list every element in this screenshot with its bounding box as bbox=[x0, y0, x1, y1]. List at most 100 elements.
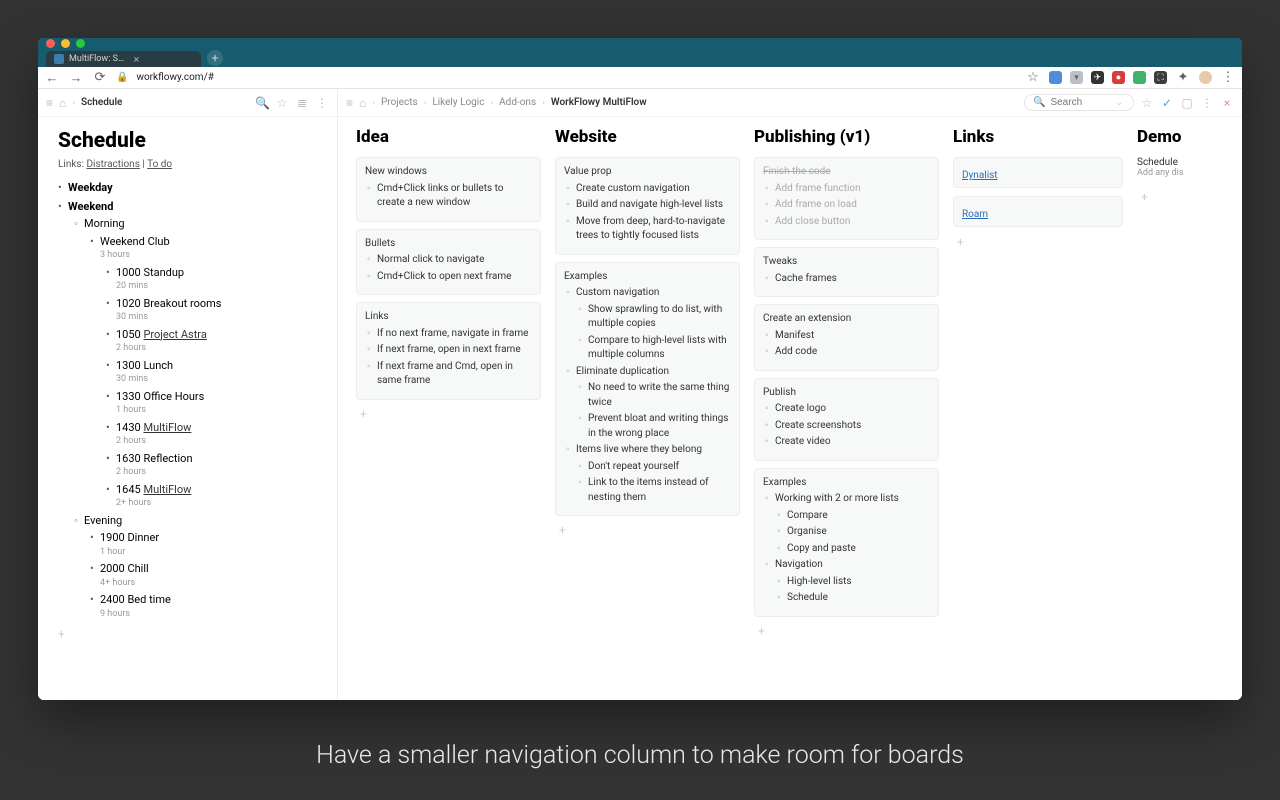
list-item[interactable]: Create logo bbox=[775, 402, 930, 417]
list-item[interactable]: Create video bbox=[775, 435, 930, 450]
close-icon[interactable]: × bbox=[1220, 96, 1234, 110]
tree-item[interactable]: 1050 Project Astra2 hours bbox=[116, 327, 323, 356]
list-item[interactable]: If no next frame, navigate in frame bbox=[377, 327, 532, 342]
tree-item[interactable]: 1630 Reflection2 hours bbox=[116, 451, 323, 480]
list-item[interactable]: Show sprawling to do list, with multiple… bbox=[588, 303, 731, 332]
link-project-astra[interactable]: Project Astra bbox=[143, 328, 206, 341]
list-item[interactable]: Working with 2 or more lists Compare Org… bbox=[775, 492, 930, 556]
link-distractions[interactable]: Distractions bbox=[86, 159, 139, 170]
list-item[interactable]: Cmd+Click links or bullets to create a n… bbox=[377, 182, 532, 211]
breadcrumb[interactable]: WorkFlowy MultiFlow bbox=[551, 97, 647, 108]
tree-item[interactable]: 2000 Chill4+ hours bbox=[100, 561, 323, 590]
card[interactable]: Finish the code Add frame function Add f… bbox=[754, 157, 939, 240]
list-item[interactable]: Move from deep, hard-to-navigate trees t… bbox=[576, 215, 731, 244]
list-item[interactable]: Prevent bloat and writing things in the … bbox=[588, 412, 731, 441]
link-card[interactable]: Roam bbox=[953, 196, 1123, 227]
tree-item[interactable]: 1645 MultiFlow2+ hours bbox=[116, 482, 323, 511]
extension-icon[interactable]: ● bbox=[1112, 71, 1125, 84]
list-item[interactable]: No need to write the same thing twice bbox=[588, 381, 731, 410]
panel-icon[interactable]: ▢ bbox=[1180, 96, 1194, 110]
tree-item[interactable]: 1020 Breakout rooms30 mins bbox=[116, 296, 323, 325]
tree-item[interactable]: 1900 Dinner1 hour bbox=[100, 530, 323, 559]
tree-item[interactable]: 1430 MultiFlow2 hours bbox=[116, 420, 323, 449]
maximize-window-button[interactable] bbox=[76, 39, 85, 48]
forward-button[interactable]: → bbox=[68, 70, 84, 86]
list-item[interactable]: Add frame on load bbox=[775, 198, 930, 213]
star-icon[interactable]: ☆ bbox=[1140, 96, 1154, 110]
add-item-button[interactable]: + bbox=[58, 627, 323, 641]
home-icon[interactable]: ⌂ bbox=[359, 96, 366, 110]
list-item[interactable]: Create custom navigation bbox=[576, 182, 731, 197]
link-todo[interactable]: To do bbox=[147, 159, 172, 170]
tree-item[interactable]: 1000 Standup20 mins bbox=[116, 265, 323, 294]
close-window-button[interactable] bbox=[46, 39, 55, 48]
demo-line[interactable]: Schedule bbox=[1137, 157, 1197, 168]
chevron-down-icon[interactable]: ⌄ bbox=[1115, 98, 1123, 108]
list-item[interactable]: Don't repeat yourself bbox=[588, 460, 731, 475]
reload-button[interactable]: ⟳ bbox=[92, 70, 108, 85]
home-icon[interactable]: ⌂ bbox=[59, 96, 66, 110]
more-icon[interactable]: ⋮ bbox=[1200, 96, 1214, 110]
card[interactable]: New windows Cmd+Click links or bullets t… bbox=[356, 157, 541, 222]
card[interactable]: Bullets Normal click to navigate Cmd+Cli… bbox=[356, 229, 541, 296]
add-card-button[interactable]: + bbox=[555, 523, 740, 537]
add-card-button[interactable]: + bbox=[1137, 190, 1197, 204]
search-icon[interactable]: 🔍 bbox=[255, 96, 269, 110]
card[interactable]: Publish Create logo Create screenshots C… bbox=[754, 378, 939, 461]
tree-item[interactable]: Weekday bbox=[68, 180, 323, 197]
breadcrumb[interactable]: Projects bbox=[381, 97, 418, 108]
list-item[interactable]: Cache frames bbox=[775, 272, 930, 287]
breadcrumb[interactable]: Schedule bbox=[81, 97, 122, 108]
list-item[interactable]: Compare bbox=[787, 509, 930, 524]
list-item[interactable]: Eliminate duplication No need to write t… bbox=[576, 365, 731, 442]
list-item[interactable]: High-level lists bbox=[787, 575, 930, 590]
tree-item[interactable]: Morning Weekend Club 3 hours 1000 Standu… bbox=[84, 216, 323, 511]
card[interactable]: Tweaks Cache frames bbox=[754, 247, 939, 297]
close-tab-icon[interactable]: × bbox=[134, 53, 194, 66]
link-multiflow[interactable]: MultiFlow bbox=[143, 483, 191, 496]
new-tab-button[interactable]: + bbox=[207, 50, 223, 66]
list-item[interactable]: Add close button bbox=[775, 215, 930, 230]
list-item[interactable]: Cmd+Click to open next frame bbox=[377, 270, 532, 285]
breadcrumb[interactable]: Add-ons bbox=[499, 97, 536, 108]
link-dynalist[interactable]: Dynalist bbox=[962, 170, 998, 181]
list-item[interactable]: Items live where they belong Don't repea… bbox=[576, 443, 731, 505]
browser-menu-icon[interactable]: ⋮ bbox=[1220, 70, 1236, 85]
list-item[interactable]: Custom navigation Show sprawling to do l… bbox=[576, 286, 731, 363]
card[interactable]: Links If no next frame, navigate in fram… bbox=[356, 302, 541, 400]
extension-icon[interactable]: ⛶ bbox=[1154, 71, 1167, 84]
tree-item[interactable]: Evening 1900 Dinner1 hour 2000 Chill4+ h… bbox=[84, 513, 323, 622]
list-item[interactable]: Add frame function bbox=[775, 182, 930, 197]
tree-item[interactable]: Weekend Morning Weekend Club 3 hours 100… bbox=[68, 199, 323, 622]
list-item[interactable]: If next frame, open in next frame bbox=[377, 343, 532, 358]
extensions-menu-icon[interactable]: ✦ bbox=[1175, 70, 1191, 85]
breadcrumb[interactable]: Likely Logic bbox=[432, 97, 484, 108]
minimize-window-button[interactable] bbox=[61, 39, 70, 48]
extension-icon[interactable] bbox=[1049, 71, 1062, 84]
star-icon[interactable]: ☆ bbox=[1025, 70, 1041, 85]
list-item[interactable]: Add code bbox=[775, 345, 930, 360]
star-icon[interactable]: ☆ bbox=[275, 96, 289, 110]
add-card-button[interactable]: + bbox=[953, 235, 1123, 249]
extension-icon[interactable] bbox=[1133, 71, 1146, 84]
list-item[interactable]: Build and navigate high-level lists bbox=[576, 198, 731, 213]
list-item[interactable]: Create screenshots bbox=[775, 419, 930, 434]
tree-item[interactable]: 1300 Lunch30 mins bbox=[116, 358, 323, 387]
link-multiflow[interactable]: MultiFlow bbox=[143, 421, 191, 434]
list-item[interactable]: Organise bbox=[787, 525, 930, 540]
link-roam[interactable]: Roam bbox=[962, 209, 988, 220]
more-icon[interactable]: ⋮ bbox=[315, 96, 329, 110]
card[interactable]: Create an extension Manifest Add code bbox=[754, 304, 939, 371]
tree-item[interactable]: 1330 Office Hours1 hours bbox=[116, 389, 323, 418]
add-card-button[interactable]: + bbox=[754, 624, 939, 638]
card[interactable]: Examples Custom navigation Show sprawlin… bbox=[555, 262, 740, 517]
list-item[interactable]: Link to the items instead of nesting the… bbox=[588, 476, 731, 505]
list-item[interactable]: Manifest bbox=[775, 329, 930, 344]
link-card[interactable]: Dynalist bbox=[953, 157, 1123, 188]
list-item[interactable]: If next frame and Cmd, open in same fram… bbox=[377, 360, 532, 389]
list-item[interactable]: Compare to high-level lists with multipl… bbox=[588, 334, 731, 363]
extension-icon[interactable]: ✈ bbox=[1091, 71, 1104, 84]
browser-tab[interactable]: MultiFlow: Schedule + HIGH LE × bbox=[46, 51, 201, 67]
list-icon[interactable]: ≣ bbox=[295, 96, 309, 110]
card[interactable]: Examples Working with 2 or more lists Co… bbox=[754, 468, 939, 617]
